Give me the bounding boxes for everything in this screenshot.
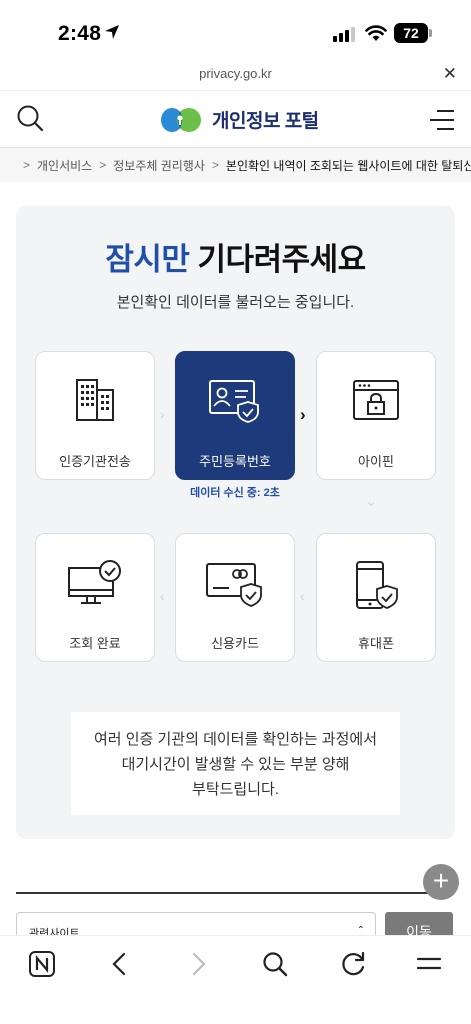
loading-card: 잠시만 기다려주세요 본인확인 데이터를 불러오는 중입니다. 인증기관전송 ›… bbox=[16, 206, 455, 839]
signal-icon bbox=[333, 27, 355, 42]
status-time: 2:48 bbox=[58, 22, 102, 45]
step-label: 인증기관전송 bbox=[59, 454, 131, 469]
site-header: 개인정보 포털 bbox=[0, 90, 471, 148]
battery-tip bbox=[429, 29, 432, 37]
title-accent: 잠시만 bbox=[105, 242, 190, 277]
building-icon bbox=[76, 379, 114, 421]
notice-line: 부탁드립니다. bbox=[192, 781, 279, 798]
step-label: 휴대폰 bbox=[358, 636, 394, 651]
chevron-right-icon: › bbox=[160, 406, 165, 422]
breadcrumb-current: 본인확인 내역이 조회되는 웹사이트에 대한 탈퇴신청 bbox=[225, 158, 471, 173]
step-certificate-authority: 인증기관전송 bbox=[35, 351, 155, 480]
close-icon[interactable]: ✕ bbox=[443, 64, 457, 84]
chevron-left-icon: ‹ bbox=[160, 588, 165, 604]
expand-plus-button[interactable]: + bbox=[423, 864, 459, 900]
credit-card-shield-icon bbox=[206, 563, 262, 607]
location-arrow-icon bbox=[105, 25, 119, 39]
site-logo[interactable]: 개인정보 포털 bbox=[160, 106, 319, 133]
step-label: 조회 완료 bbox=[69, 636, 121, 651]
page-subtitle: 본인확인 데이터를 불러오는 중입니다. bbox=[116, 294, 355, 311]
phone-shield-icon bbox=[356, 561, 398, 609]
search-icon[interactable] bbox=[261, 950, 289, 978]
page-title: 잠시만 기다려주세요 bbox=[16, 234, 455, 279]
step-label: 아이핀 bbox=[358, 454, 394, 469]
step-mobile-phone: 휴대폰 bbox=[316, 533, 436, 662]
search-icon[interactable] bbox=[16, 104, 44, 132]
wait-notice: 여러 인증 기관의 데이터를 확인하는 과정에서 대기시간이 발생할 수 있는 … bbox=[71, 712, 400, 815]
browser-lock-icon bbox=[353, 380, 399, 420]
breadcrumb: > 개인서비스 > 정보주체 권리행사 > 본인확인 내역이 조회되는 웹사이트… bbox=[0, 148, 471, 182]
step-label: 신용카드 bbox=[211, 636, 259, 651]
logo-icon bbox=[161, 107, 201, 132]
data-receiving-status: 데이터 수신 중: 2초 bbox=[190, 487, 280, 499]
id-card-shield-icon bbox=[209, 380, 259, 423]
back-icon[interactable] bbox=[108, 950, 132, 978]
wifi-icon bbox=[365, 25, 387, 41]
step-lookup-complete: 조회 완료 bbox=[35, 533, 155, 662]
step-label: 주민등록번호 bbox=[199, 454, 271, 469]
browser-toolbar bbox=[0, 935, 471, 1024]
notice-line: 대기시간이 발생할 수 있는 부분 양해 bbox=[121, 756, 350, 773]
breadcrumb-item[interactable]: 개인서비스 bbox=[37, 157, 92, 174]
chevron-down-icon: › bbox=[364, 501, 381, 507]
url-bar[interactable]: privacy.go.kr ✕ bbox=[0, 62, 471, 90]
breadcrumb-separator: > bbox=[99, 158, 107, 172]
breadcrumb-item[interactable]: 정보주체 권리행사 bbox=[113, 157, 205, 174]
hamburger-menu-icon[interactable] bbox=[429, 109, 455, 131]
title-rest: 기다려주세요 bbox=[197, 242, 367, 277]
naver-icon[interactable] bbox=[28, 950, 56, 978]
forward-icon[interactable] bbox=[186, 950, 210, 978]
logo-text: 개인정보 포털 bbox=[212, 111, 319, 132]
notice-line: 여러 인증 기관의 데이터를 확인하는 과정에서 bbox=[93, 731, 378, 748]
menu-icon[interactable] bbox=[415, 950, 443, 978]
step-ipin: 아이핀 bbox=[316, 351, 436, 480]
status-bar: 2:48 72 bbox=[0, 0, 471, 62]
breadcrumb-separator: > bbox=[23, 158, 31, 172]
footer-divider bbox=[16, 892, 434, 894]
step-credit-card: 신용카드 bbox=[175, 533, 295, 662]
refresh-icon[interactable] bbox=[339, 950, 367, 978]
monitor-check-icon bbox=[68, 560, 121, 604]
chevron-left-icon: ‹ bbox=[300, 588, 305, 604]
battery-indicator: 72 bbox=[394, 23, 428, 43]
breadcrumb-separator: > bbox=[211, 158, 219, 172]
chevron-right-icon: › bbox=[300, 405, 306, 424]
url-domain[interactable]: privacy.go.kr bbox=[0, 66, 471, 81]
step-resident-number: 주민등록번호 bbox=[175, 351, 295, 480]
